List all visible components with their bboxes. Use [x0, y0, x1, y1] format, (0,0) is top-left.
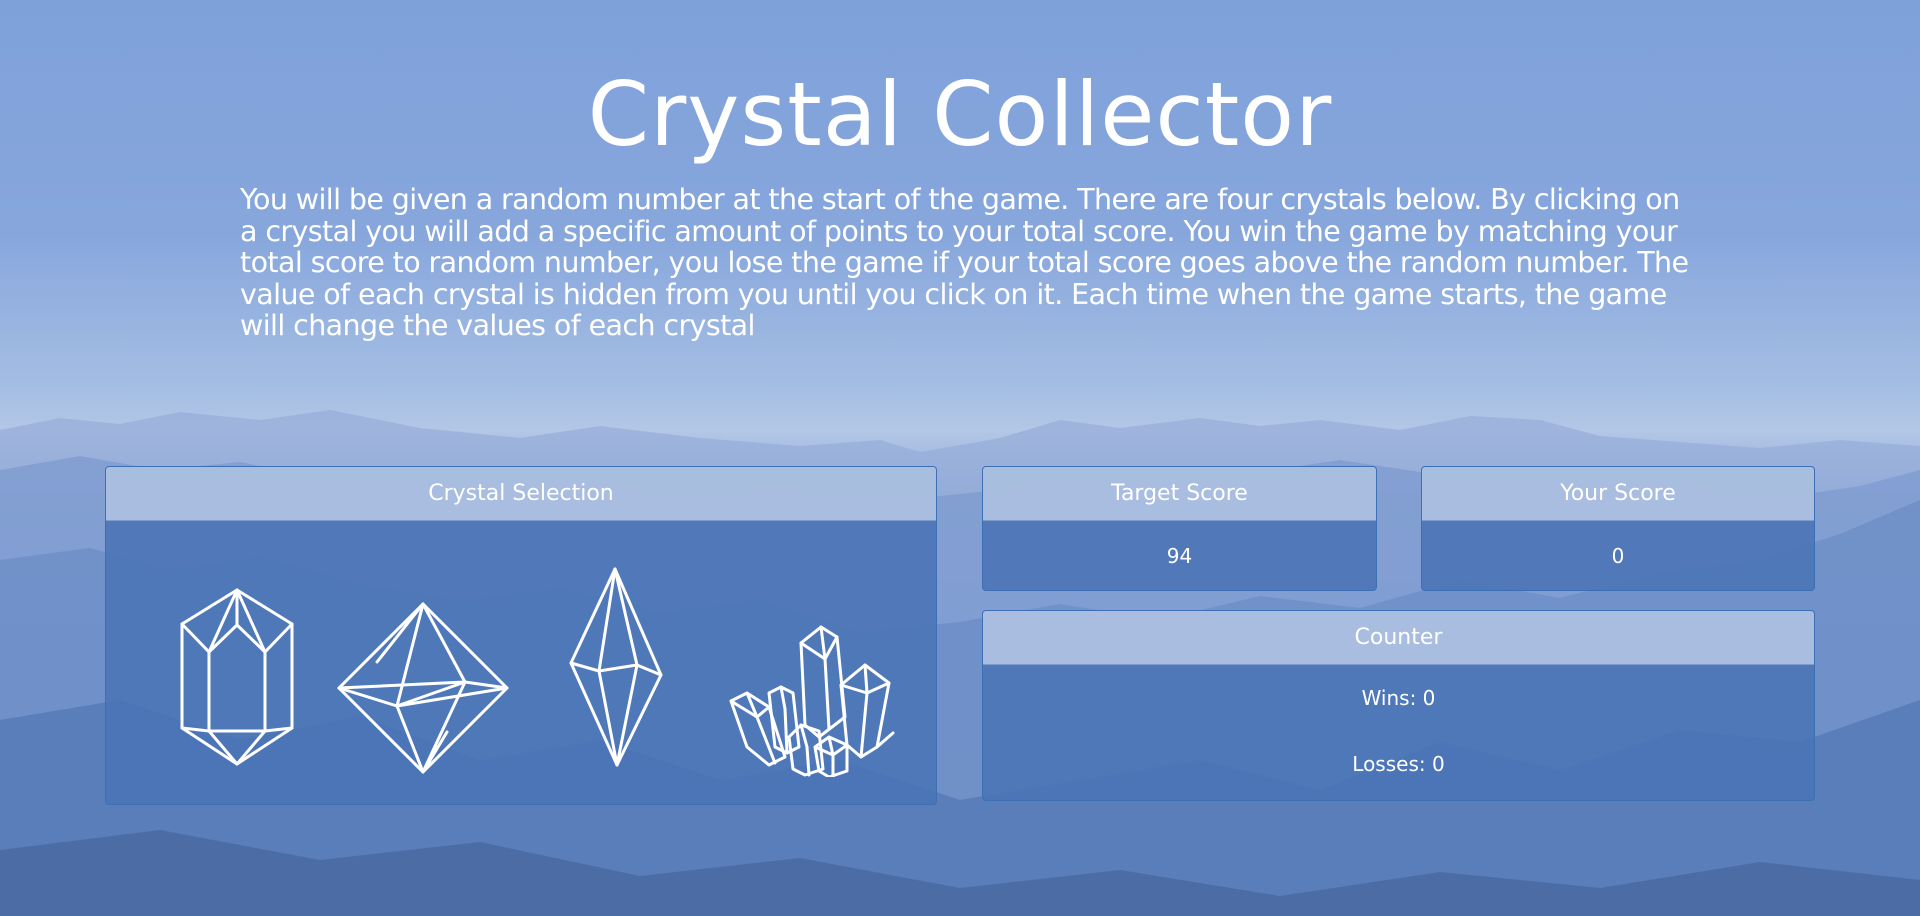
crystal-button-3[interactable] [565, 567, 665, 767]
target-score-value: 94 [1166, 544, 1193, 568]
your-score-panel: Your Score 0 [1421, 466, 1815, 591]
counter-panel: Counter Wins: 0 Losses: 0 [982, 610, 1815, 801]
counter-heading: Counter [983, 611, 1814, 665]
target-score-heading: Target Score [983, 467, 1376, 521]
your-score-value: 0 [1611, 544, 1625, 568]
hexagonal-prism-crystal-icon [180, 588, 294, 766]
bipyramid-crystal-icon [569, 567, 663, 767]
crystal-selection-panel: Crystal Selection [105, 466, 937, 805]
page-title: Crystal Collector [587, 63, 1333, 166]
wins-count: Wins: 0 [1361, 686, 1436, 710]
losses-count: Losses: 0 [1352, 752, 1445, 776]
target-score-panel: Target Score 94 [982, 466, 1377, 591]
crystal-selection-heading: Crystal Selection [106, 467, 936, 521]
crystal-cluster-icon [729, 625, 895, 777]
crystal-button-1[interactable] [172, 587, 302, 767]
octahedron-crystal-icon [337, 602, 509, 774]
game-instructions: You will be given a random number at the… [240, 183, 1689, 342]
crystal-button-2[interactable] [337, 602, 509, 774]
crystal-button-4[interactable] [729, 597, 899, 777]
counter-body: Wins: 0 Losses: 0 [983, 665, 1814, 797]
your-score-heading: Your Score [1422, 467, 1814, 521]
